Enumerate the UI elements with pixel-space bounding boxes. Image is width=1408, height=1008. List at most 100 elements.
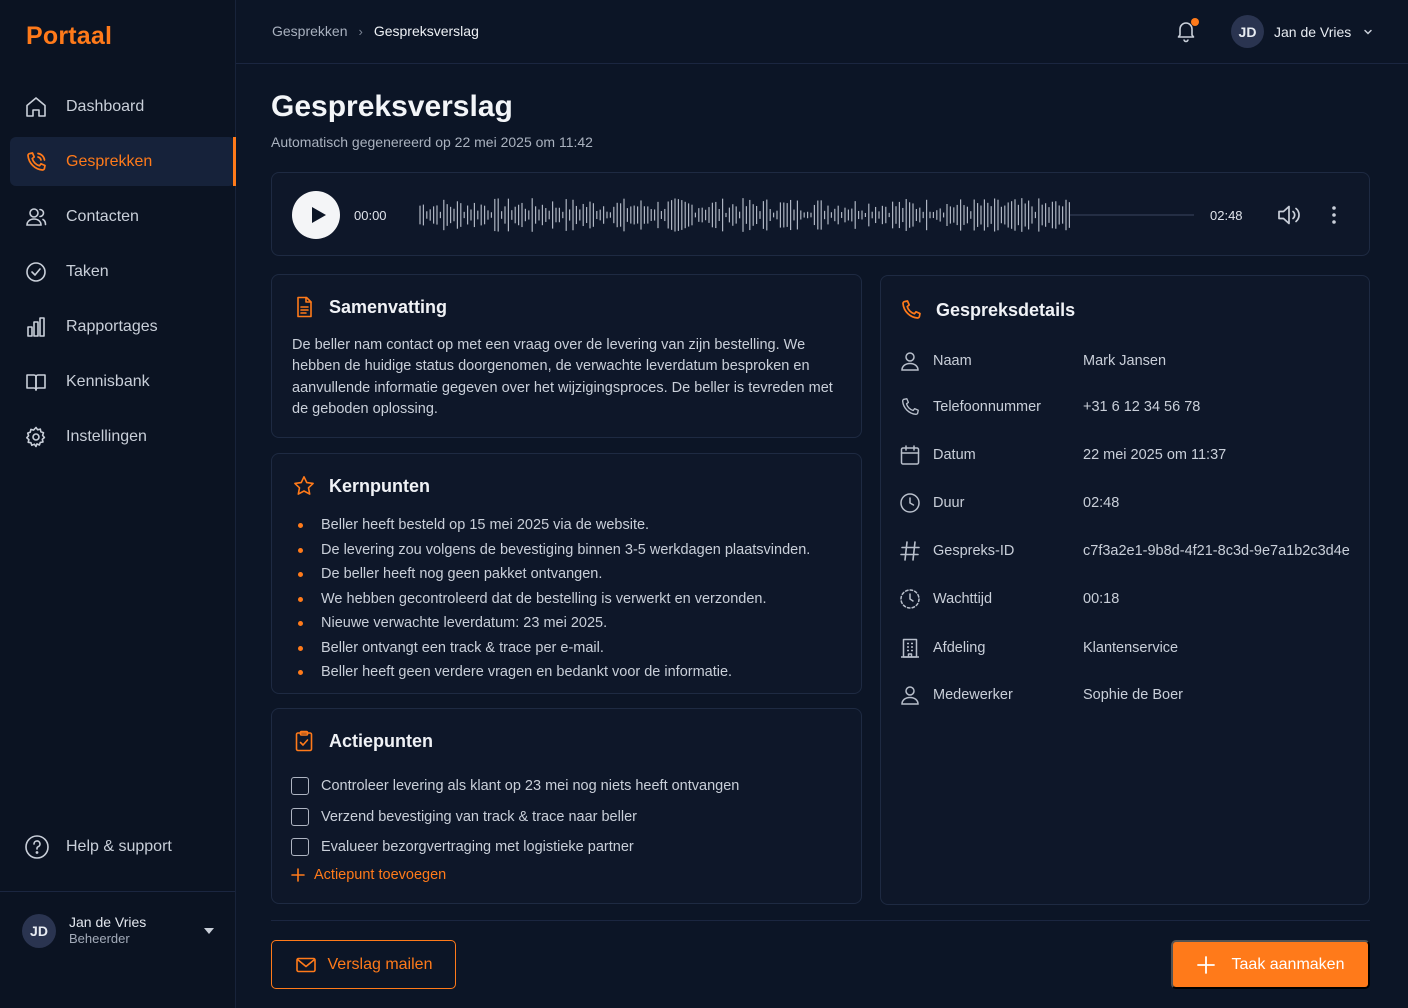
- list-item: De beller heeft nog geen pakket ontvange…: [292, 562, 810, 587]
- sidebar-user-role: Beheerder: [69, 931, 130, 947]
- phone-icon: [901, 398, 919, 416]
- document-icon: [297, 296, 312, 318]
- sidebar-item-taken[interactable]: Taken: [10, 247, 235, 296]
- action-points-card: Actiepunten Controleer levering als klan…: [271, 708, 862, 904]
- detail-value: c7f3a2e1-9b8d-4f21-8c3d-9e7a1b2c3d4e: [1083, 543, 1350, 559]
- summary-title: Samenvatting: [329, 296, 448, 317]
- help-support-link[interactable]: Help & support: [24, 834, 172, 860]
- star-icon: [294, 476, 314, 495]
- list-item: Beller heeft geen verdere vragen en beda…: [292, 660, 810, 685]
- top-user-name: Jan de Vries: [1274, 23, 1352, 40]
- key-points-card: Kernpunten Beller heeft besteld op 15 me…: [271, 453, 862, 694]
- sidebar-item-label: Taken: [66, 262, 109, 280]
- create-task-button[interactable]: Taak aanmaken: [1171, 940, 1370, 989]
- total-duration: 02:48: [1210, 208, 1243, 223]
- add-action-label: Actiepunt toevoegen: [314, 867, 447, 883]
- book-icon: [26, 373, 46, 391]
- avatar: JD: [1231, 15, 1264, 48]
- detail-label: Datum: [933, 447, 976, 463]
- plus-icon: [1196, 955, 1215, 974]
- sidebar-item-gesprekken[interactable]: Gesprekken: [10, 137, 236, 186]
- detail-label: Naam: [933, 353, 972, 369]
- sidebar-item-contacten[interactable]: Contacten: [10, 192, 235, 241]
- avatar: JD: [22, 913, 56, 948]
- hash-icon: [900, 541, 920, 561]
- action-item-label: Evalueer bezorgvertraging met logistieke…: [321, 839, 634, 856]
- chevron-right-icon: ›: [358, 23, 363, 39]
- sidebar-item-kennisbank[interactable]: Kennisbank: [10, 357, 235, 406]
- add-action-point-button[interactable]: Actiepunt toevoegen: [291, 867, 446, 883]
- summary-card: Samenvatting De beller nam contact op me…: [271, 274, 862, 438]
- sidebar-item-instellingen[interactable]: Instellingen: [10, 412, 235, 461]
- action-checkbox[interactable]: [291, 807, 309, 826]
- brand-logo[interactable]: Portaal: [26, 22, 112, 51]
- footer-divider: [271, 920, 1370, 921]
- current-time: 00:00: [354, 208, 387, 223]
- action-checkbox[interactable]: [291, 838, 309, 857]
- check-circle-icon: [26, 261, 46, 282]
- play-button[interactable]: [292, 191, 340, 239]
- detail-label: Gespreks-ID: [933, 543, 1015, 559]
- clipboard-check-icon: [295, 730, 313, 752]
- list-item: De levering zou volgens de bevestiging b…: [292, 538, 810, 563]
- notifications-button[interactable]: [1174, 18, 1200, 45]
- action-points-title: Actiepunten: [329, 730, 434, 751]
- sidebar-item-label: Gesprekken: [66, 152, 153, 170]
- help-label: Help & support: [66, 838, 172, 855]
- detail-value: Klantenservice: [1083, 640, 1179, 656]
- action-item[interactable]: Controleer levering als klant op 23 mei …: [291, 771, 739, 802]
- sidebar-item-label: Instellingen: [66, 427, 147, 445]
- sidebar-item-label: Dashboard: [66, 97, 145, 115]
- volume-icon[interactable]: [1276, 202, 1304, 228]
- detail-value: Mark Jansen: [1083, 353, 1167, 369]
- sidebar-item-dashboard[interactable]: Dashboard: [10, 82, 235, 131]
- summary-header: Samenvatting: [292, 295, 447, 319]
- key-points-list: Beller heeft besteld op 15 mei 2025 via …: [292, 513, 810, 685]
- plus-icon: [291, 868, 305, 882]
- action-item[interactable]: Verzend bevestiging van track & trace na…: [291, 802, 739, 833]
- chevron-down-icon: [1364, 29, 1373, 35]
- mail-report-button[interactable]: Verslag mailen: [271, 940, 456, 989]
- breadcrumb-gesprekken[interactable]: Gesprekken: [272, 23, 347, 39]
- play-icon: [311, 207, 326, 223]
- topbar: Gesprekken › Gespreksverslag JD Jan de V…: [236, 0, 1408, 64]
- summary-text: De beller nam contact op met een vraag o…: [292, 337, 833, 417]
- bar-chart-icon: [27, 316, 45, 337]
- list-item: Nieuwe verwachte leverdatum: 23 mei 2025…: [292, 611, 810, 636]
- calendar-icon: [900, 445, 920, 465]
- user-icon: [901, 352, 919, 371]
- detail-value: +31 6 12 34 56 78: [1083, 399, 1201, 415]
- sidebar-user-name: Jan de Vries: [69, 914, 147, 930]
- sidebar-item-rapportages[interactable]: Rapportages: [10, 302, 235, 351]
- action-item[interactable]: Evalueer bezorgvertraging met logistieke…: [291, 832, 739, 863]
- audio-waveform-scrubber[interactable]: [418, 195, 1194, 235]
- action-item-label: Verzend bevestiging van track & trace na…: [321, 808, 637, 825]
- detail-row-naam: Naam Mark Jansen: [899, 350, 1166, 372]
- more-options-icon[interactable]: [1325, 203, 1343, 227]
- call-details-card: Gespreksdetails Naam Mark Jansen Telefoo…: [880, 275, 1370, 905]
- building-icon: [901, 638, 919, 658]
- action-points-list: Controleer levering als klant op 23 mei …: [291, 771, 739, 863]
- sidebar-item-label: Contacten: [66, 207, 139, 225]
- list-item: Beller ontvangt een track & trace per e-…: [292, 636, 810, 661]
- clock-icon: [900, 493, 920, 513]
- call-details-title: Gespreksdetails: [936, 299, 1076, 320]
- detail-label: Telefoonnummer: [933, 399, 1041, 415]
- sidebar-item-label: Kennisbank: [66, 372, 150, 390]
- sidebar-user-menu[interactable]: JD Jan de Vries Beheerder: [22, 913, 214, 948]
- detail-value: 22 mei 2025 om 11:37: [1083, 447, 1227, 463]
- mail-icon: [295, 957, 316, 972]
- key-points-header: Kernpunten: [292, 474, 430, 498]
- phone-call-icon: [27, 151, 46, 171]
- timer-icon: [900, 589, 920, 609]
- detail-row-telefoon: Telefoonnummer +31 6 12 34 56 78: [899, 396, 1200, 418]
- list-item: Beller heeft besteld op 15 mei 2025 via …: [292, 513, 810, 538]
- key-points-title: Kernpunten: [329, 475, 430, 496]
- sidebar-user-info: Jan de Vries Beheerder: [69, 913, 146, 948]
- action-checkbox[interactable]: [291, 777, 309, 796]
- user-icon: [901, 686, 919, 705]
- detail-row-wachttijd: Wachttijd 00:18: [899, 588, 1119, 610]
- top-user-menu[interactable]: JD Jan de Vries: [1231, 15, 1374, 48]
- detail-label: Wachttijd: [933, 591, 993, 607]
- sidebar-item-label: Rapportages: [66, 317, 158, 335]
